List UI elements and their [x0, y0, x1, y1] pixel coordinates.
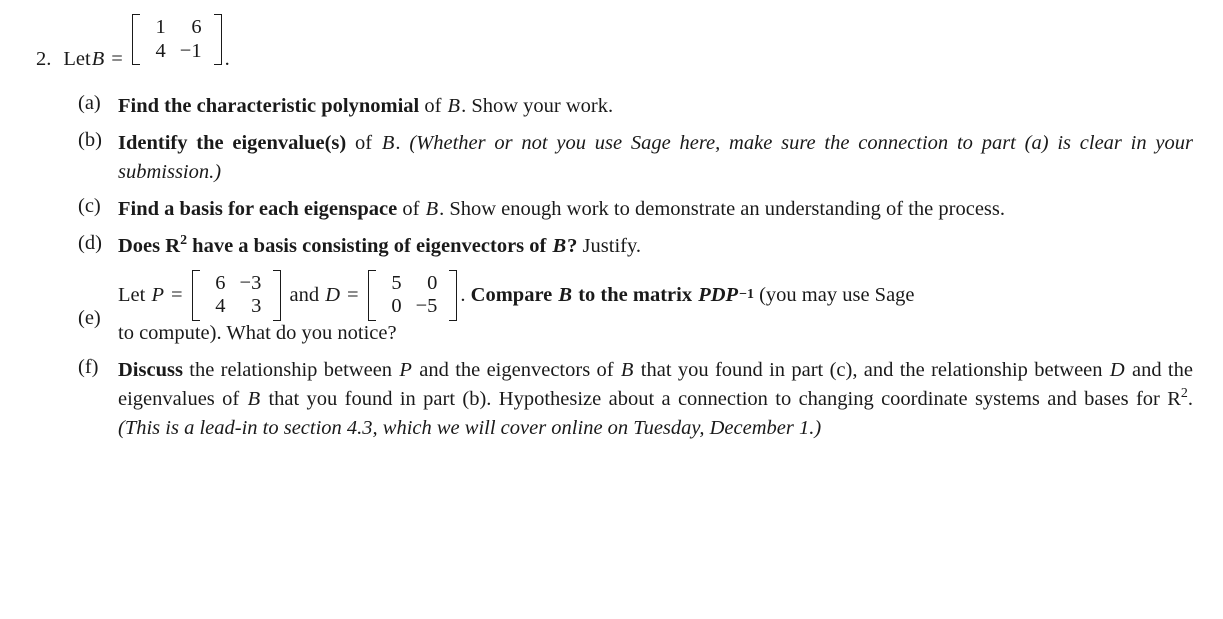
matrix-cell: −3: [239, 271, 262, 294]
part-body: Let P = 6 −3 4 3 and D = 5 0 0 −5 . Comp…: [118, 269, 1193, 348]
part-a: (a) Find the characteristic polynomial o…: [78, 92, 1193, 121]
part-f-italic-note: (This is a lead-in to section 4.3, which…: [118, 416, 822, 439]
part-label: (e): [78, 307, 101, 330]
part-label: (d): [78, 232, 102, 255]
blackboard-r-symbol: R: [1167, 387, 1181, 410]
matrix-cell: 4: [155, 39, 166, 62]
part-e-var-b: B: [558, 283, 573, 306]
part-c-var-b: B: [425, 198, 439, 221]
part-f-seg-6: .: [1187, 387, 1193, 410]
problem-statement: 2. Let B = 1 6 4 −1 .: [36, 14, 230, 71]
part-c-bold-lead: Find a basis for each eigenspace: [118, 198, 398, 221]
part-body: Identify the eigenvalue(s) of B. (Whethe…: [118, 129, 1193, 187]
matrix-cell: 6: [191, 16, 202, 38]
part-d-bold-lead-1: Does: [118, 235, 166, 258]
part-f-bold-lead: Discuss: [118, 358, 183, 381]
bracket-left-icon: [131, 14, 140, 66]
equals-sign: =: [347, 283, 359, 306]
part-body: Find a basis for each eigenspace of B. S…: [118, 195, 1193, 224]
matrix-cell: 1: [155, 16, 166, 38]
part-a-tail: . Show your work.: [461, 95, 614, 117]
bracket-left-icon: [367, 269, 376, 321]
part-d-bold-lead-3: ?: [567, 235, 578, 258]
equals-sign: =: [111, 48, 123, 71]
part-label: (a): [78, 92, 101, 114]
part-e-bold-compare: Compare: [470, 283, 553, 306]
matrix-b-grid: 1 6 4 −1: [140, 14, 214, 65]
problem-lead-text: Let: [63, 48, 91, 71]
matrix-p: 6 −3 4 3: [191, 269, 282, 321]
matrix-d-grid: 5 0 0 −5: [376, 270, 450, 321]
matrix-cell: 5: [391, 271, 402, 294]
equals-sign: =: [170, 283, 183, 306]
part-a-var-b: B: [447, 95, 461, 117]
part-f-var-p: P: [399, 358, 412, 381]
matrix-variable-p: P: [151, 283, 164, 306]
part-b-bold-lead: Identify the eigenvalue(s): [118, 132, 347, 155]
part-label: (b): [78, 129, 102, 152]
part-e-tail-head: (you may use Sage: [759, 283, 915, 306]
matrix-cell: 0: [391, 295, 402, 318]
part-b-text-after: of: [346, 132, 381, 155]
part-c-tail: . Show enough work to demonstrate an und…: [439, 198, 1006, 221]
part-b-var-b: B: [381, 132, 395, 155]
part-e-tail-line: to compute). What do you notice?: [118, 321, 397, 344]
part-body: Discuss the relationship between P and t…: [118, 356, 1193, 443]
part-body: Does R2 have a basis consisting of eigen…: [118, 232, 1193, 261]
problem-number: 2.: [36, 48, 52, 71]
part-label: (c): [78, 195, 101, 218]
part-e-and: and: [289, 283, 320, 306]
matrix-cell: −1: [179, 39, 202, 62]
part-f-var-d: D: [1109, 358, 1125, 381]
part-f-seg-3: that you found in part (c), and the rela…: [634, 358, 1109, 381]
matrix-cell: 6: [215, 271, 226, 294]
part-e: (e) Let P = 6 −3 4 3 and D = 5 0 0 −5 . …: [78, 269, 1193, 348]
part-e-bold-mid: to the matrix: [578, 283, 693, 306]
matrix-b: 1 6 4 −1: [131, 14, 222, 66]
matrix-cell: 3: [251, 295, 262, 318]
matrix-p-grid: 6 −3 4 3: [200, 270, 274, 321]
matrix-cell: 0: [427, 271, 438, 294]
part-d: (d) Does R2 have a basis consisting of e…: [78, 232, 1193, 261]
bracket-right-icon: [449, 269, 458, 321]
bracket-right-icon: [213, 14, 222, 66]
matrix-variable-b: B: [91, 48, 105, 71]
part-b: (b) Identify the eigenvalue(s) of B. (Wh…: [78, 129, 1193, 187]
part-e-lead: Let: [118, 283, 146, 306]
part-body: Find the characteristic polynomial of B.…: [118, 92, 1193, 121]
part-a-bold-lead: Find the characteristic polynomial: [118, 95, 420, 117]
part-d-bold-lead-2: have a basis consisting of eigenvectors …: [187, 235, 552, 258]
matrix-d: 5 0 0 −5: [367, 269, 458, 321]
part-f-seg-2: and the eigenvectors of: [412, 358, 620, 381]
part-f-seg-5: that you found in part (b). Hypothesize …: [261, 387, 1168, 410]
part-f-var-b-1: B: [620, 358, 634, 381]
part-c-text-after: of: [397, 198, 425, 221]
part-c: (c) Find a basis for each eigenspace of …: [78, 195, 1193, 224]
part-f-seg-1: the relationship between: [182, 358, 399, 381]
part-d-var-b: B: [552, 235, 567, 258]
document-page: 2. Let B = 1 6 4 −1 . (a) Find the chara…: [0, 0, 1223, 619]
bracket-left-icon: [191, 269, 200, 321]
matrix-cell: 4: [215, 295, 226, 318]
part-e-pdp: PDP: [698, 283, 739, 306]
blackboard-r-exponent: 2: [1180, 385, 1188, 401]
part-e-period: .: [460, 283, 466, 306]
bracket-right-icon: [273, 269, 282, 321]
blackboard-r-exponent: 2: [180, 233, 188, 249]
matrix-variable-d: D: [325, 283, 341, 306]
part-d-tail: Justify.: [577, 235, 642, 258]
statement-period: .: [224, 48, 230, 71]
part-b-tail: .: [395, 132, 410, 155]
part-label: (f): [78, 355, 99, 378]
part-f-var-b-2: B: [247, 387, 261, 410]
part-e-matrix-line: Let P = 6 −3 4 3 and D = 5 0 0 −5 . Comp…: [118, 269, 1193, 321]
part-a-text-after: of: [419, 95, 447, 117]
blackboard-r-symbol: R: [165, 235, 181, 258]
matrix-cell: −5: [415, 295, 438, 318]
part-f: (f) Discuss the relationship between P a…: [78, 356, 1193, 443]
parts-list: (a) Find the characteristic polynomial o…: [78, 92, 1193, 451]
